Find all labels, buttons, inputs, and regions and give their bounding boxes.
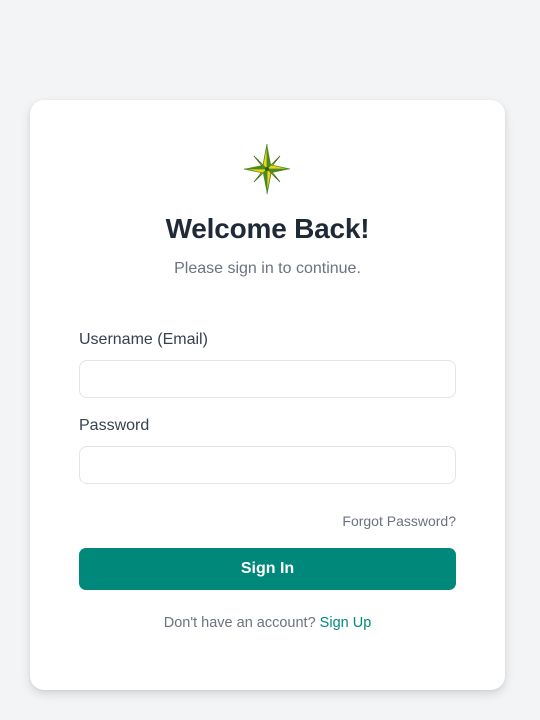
username-label: Username (Email)	[79, 331, 208, 348]
signup-prompt: Don't have an account? Sign Up	[30, 615, 505, 631]
sign-in-button[interactable]: Sign In	[79, 548, 456, 590]
page-title: Welcome Back!	[165, 213, 370, 244]
page-subtitle: Please sign in to continue.	[174, 260, 361, 277]
signup-prompt-text: Don't have an account?	[163, 615, 316, 631]
compass-star-icon	[243, 143, 290, 195]
sign-up-link[interactable]: Sign Up	[320, 615, 372, 631]
login-card: Welcome Back! Please sign in to continue…	[30, 100, 505, 690]
password-input[interactable]	[79, 446, 456, 484]
password-label: Password	[79, 417, 150, 434]
username-input[interactable]	[79, 360, 456, 398]
forgot-password-link[interactable]: Forgot Password?	[342, 513, 456, 529]
